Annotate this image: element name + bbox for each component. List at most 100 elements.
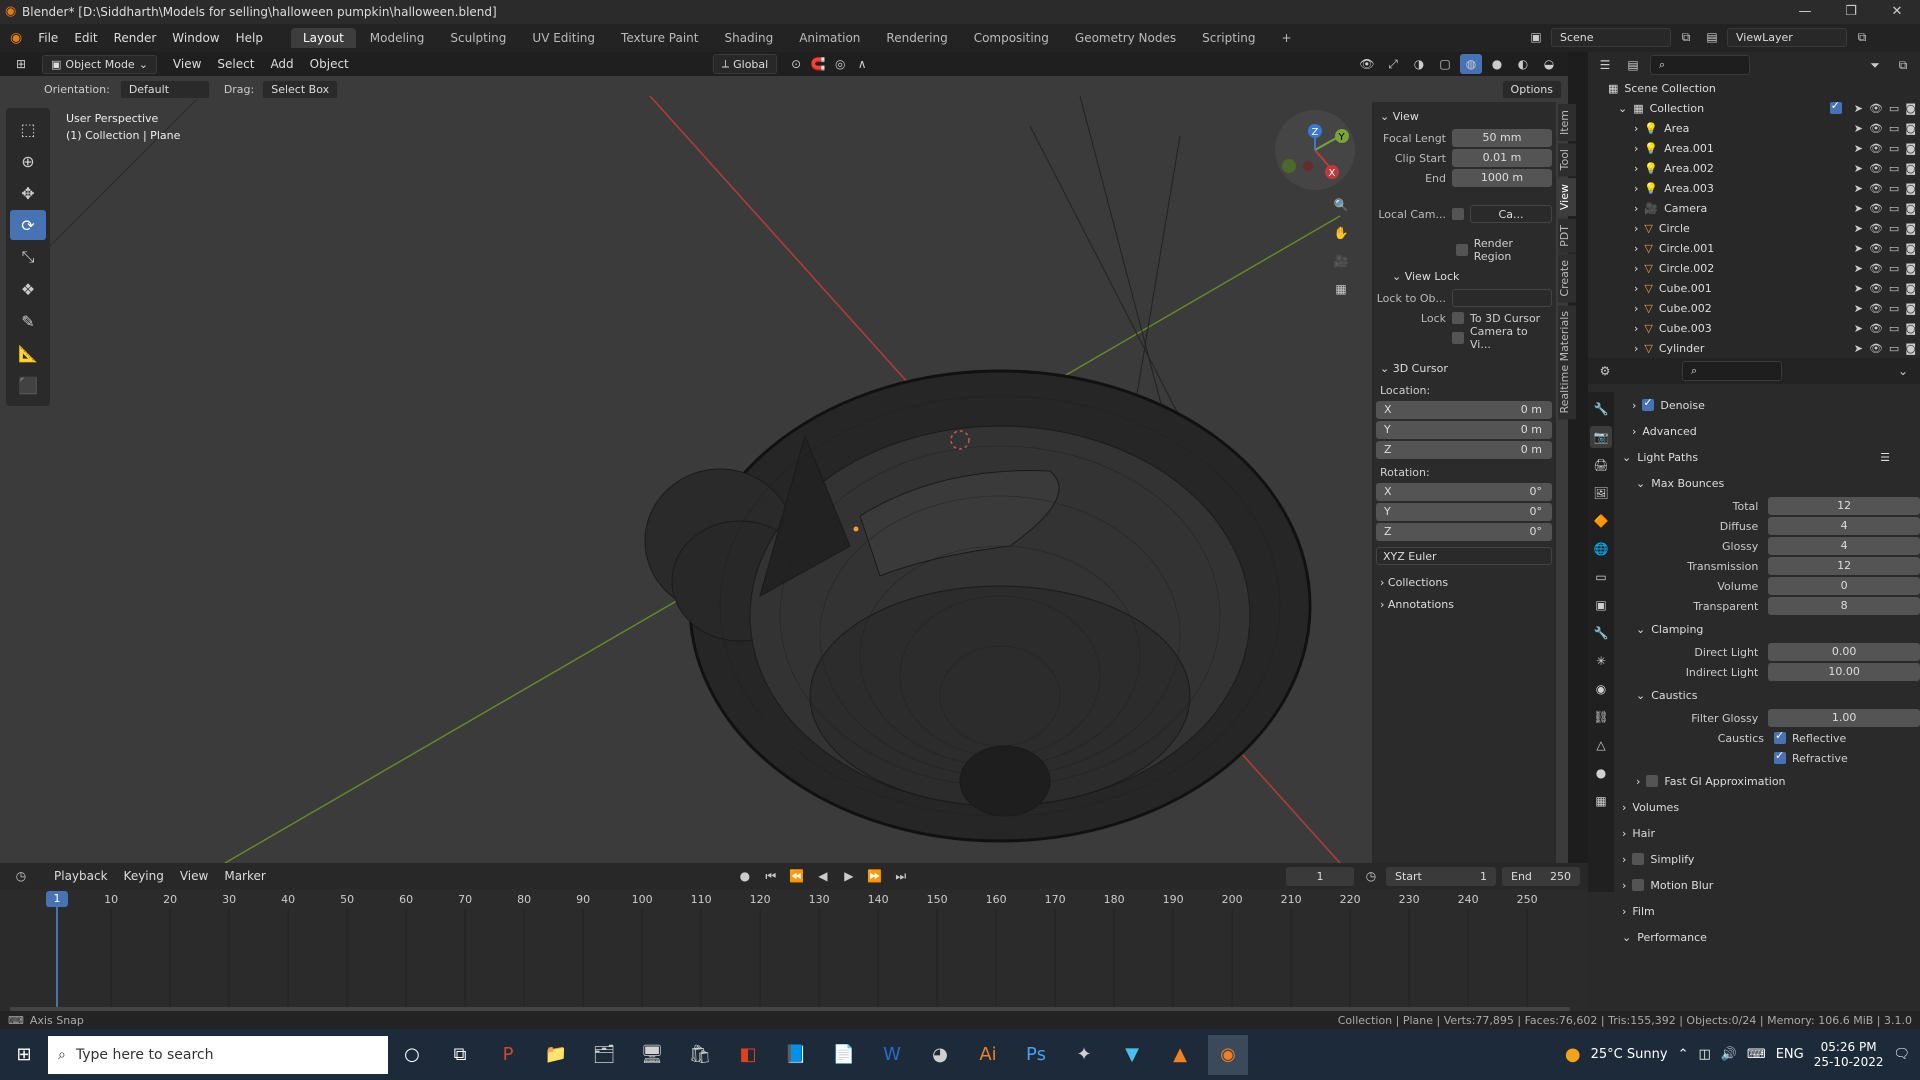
- camera-icon[interactable]: ◙: [1905, 122, 1916, 135]
- menu-marker[interactable]: Marker: [216, 869, 273, 883]
- outliner-item[interactable]: › 💡 Area.001 ➤ 👁 ▭ ◙: [1588, 138, 1920, 158]
- outliner-item[interactable]: › 💡 Area.003 ➤ 👁 ▭ ◙: [1588, 178, 1920, 198]
- chevron-right-icon[interactable]: ›: [1634, 342, 1638, 355]
- illustrator-icon[interactable]: Ai: [968, 1035, 1008, 1075]
- view-section[interactable]: ⌄ View: [1372, 106, 1556, 128]
- powerpoint-icon[interactable]: P: [488, 1035, 528, 1075]
- local-camera-checkbox[interactable]: [1452, 208, 1464, 220]
- tab-realtime-materials[interactable]: Realtime Materials: [1558, 304, 1576, 420]
- move-icon[interactable]: ✥: [10, 178, 46, 208]
- menu-keying[interactable]: Keying: [116, 869, 172, 883]
- outliner-item[interactable]: › ▽ Circle.001 ➤ 👁 ▭ ◙: [1588, 238, 1920, 258]
- camera-icon[interactable]: ◙: [1905, 142, 1916, 155]
- jump-start-icon[interactable]: ⏮: [760, 866, 782, 886]
- current-frame-field[interactable]: 1: [1286, 866, 1354, 886]
- hair-label[interactable]: Hair: [1632, 827, 1655, 840]
- monitor-icon[interactable]: ▭: [1889, 202, 1899, 215]
- particles-props-icon[interactable]: ✳: [1590, 650, 1612, 672]
- end-frame-field[interactable]: End 250: [1502, 866, 1580, 886]
- eye-icon[interactable]: 👁: [1869, 242, 1883, 255]
- performance-label[interactable]: Performance: [1637, 931, 1707, 944]
- eye-icon[interactable]: 👁: [1869, 202, 1883, 215]
- camera-icon[interactable]: ◙: [1905, 182, 1916, 195]
- tab-item[interactable]: Item: [1558, 104, 1576, 142]
- denoise-checkbox[interactable]: [1642, 396, 1655, 411]
- monitor-icon[interactable]: ▭: [1889, 142, 1899, 155]
- material-shading-icon[interactable]: ◐: [1512, 54, 1534, 74]
- tab-scripting[interactable]: Scripting: [1190, 28, 1267, 48]
- cursor-location-y[interactable]: Y 0 m: [1376, 421, 1552, 439]
- proportional-edit-icon[interactable]: ◎: [829, 54, 851, 74]
- outliner-item[interactable]: › ▽ Cube.003 ➤ 👁 ▭ ◙: [1588, 318, 1920, 338]
- options-dropdown[interactable]: Options: [1501, 79, 1562, 99]
- exclude-checkbox[interactable]: [1829, 99, 1842, 114]
- solid-shading-icon[interactable]: ●: [1486, 54, 1508, 74]
- volumes-label[interactable]: Volumes: [1632, 801, 1679, 814]
- cursor-rotation-x[interactable]: X 0°: [1376, 483, 1552, 501]
- camera-icon[interactable]: ◙: [1905, 162, 1916, 175]
- menu-select[interactable]: Select: [209, 57, 262, 71]
- word-icon[interactable]: W: [872, 1035, 912, 1075]
- menu-window[interactable]: Window: [164, 31, 227, 45]
- physics-props-icon[interactable]: ◉: [1590, 678, 1612, 700]
- properties-search-input[interactable]: ⌕: [1682, 361, 1782, 381]
- windows-start-icon[interactable]: ⊞: [4, 1035, 44, 1075]
- xray-icon[interactable]: ▢: [1434, 54, 1456, 74]
- gizmo-icon[interactable]: ⤢: [1382, 54, 1404, 74]
- drag-dropdown[interactable]: Select Box: [262, 79, 339, 99]
- menu-render[interactable]: Render: [106, 31, 165, 45]
- camera-icon[interactable]: ◙: [1905, 262, 1916, 275]
- outliner-item[interactable]: › ▽ Cube.002 ➤ 👁 ▭ ◙: [1588, 298, 1920, 318]
- select-arrow-icon[interactable]: ➤: [1854, 142, 1863, 155]
- eye-icon[interactable]: 👁: [1869, 322, 1883, 335]
- max-bounces-label[interactable]: Max Bounces: [1651, 477, 1724, 490]
- blender-taskbar-icon[interactable]: ◉: [1208, 1034, 1248, 1075]
- camera-icon[interactable]: ◙: [1905, 322, 1916, 335]
- tab-pdt[interactable]: PDT: [1558, 218, 1576, 253]
- select-arrow-icon[interactable]: ➤: [1854, 282, 1863, 295]
- store-icon[interactable]: 🛍: [680, 1035, 720, 1075]
- view-layer-filter-icon[interactable]: ▤: [1622, 55, 1644, 75]
- menu-file[interactable]: File: [30, 31, 66, 45]
- simplify-checkbox[interactable]: [1632, 853, 1645, 865]
- bounce-field[interactable]: 12: [1768, 557, 1920, 575]
- jump-end-icon[interactable]: ⏭: [890, 866, 912, 886]
- maximize-button[interactable]: ❐: [1828, 0, 1874, 24]
- camera-icon[interactable]: ◙: [1905, 242, 1916, 255]
- 3d-cursor-section[interactable]: ⌄ 3D Cursor: [1372, 358, 1556, 380]
- tab-geometry-nodes[interactable]: Geometry Nodes: [1063, 28, 1188, 48]
- volume-icon[interactable]: 🔊: [1721, 1047, 1737, 1062]
- eye-icon[interactable]: 👁: [1869, 302, 1883, 315]
- chevron-right-icon[interactable]: ›: [1634, 182, 1638, 195]
- monitor-icon[interactable]: ▭: [1889, 162, 1899, 175]
- menu-view[interactable]: View: [165, 57, 209, 71]
- film-label[interactable]: Film: [1632, 905, 1654, 918]
- new-viewlayer-icon[interactable]: ⧉: [1851, 27, 1873, 47]
- chevron-right-icon[interactable]: ›: [1634, 142, 1638, 155]
- outliner-item[interactable]: › ▽ Circle.002 ➤ 👁 ▭ ◙: [1588, 258, 1920, 278]
- camera-view-icon[interactable]: 🎥: [1330, 251, 1352, 271]
- menu-object[interactable]: Object: [302, 57, 357, 71]
- zoom-icon[interactable]: 🔍: [1330, 195, 1352, 215]
- filter-icon[interactable]: ⏷: [1864, 55, 1886, 75]
- camera-icon[interactable]: ◙: [1905, 202, 1916, 215]
- rotation-mode-dropdown[interactable]: XYZ Euler: [1376, 547, 1552, 565]
- overlays-icon[interactable]: ◑: [1408, 54, 1430, 74]
- select-arrow-icon[interactable]: ➤: [1854, 102, 1863, 115]
- camera-icon[interactable]: ◙: [1905, 342, 1916, 355]
- cursor-rotation-z[interactable]: Z 0°: [1376, 523, 1552, 541]
- pan-hand-icon[interactable]: ✋: [1330, 223, 1352, 243]
- modifier-props-icon[interactable]: 🔧: [1590, 622, 1612, 644]
- menu-edit[interactable]: Edit: [66, 31, 105, 45]
- minimize-button[interactable]: —: [1782, 0, 1828, 24]
- bounce-field[interactable]: 4: [1768, 517, 1920, 535]
- eye-icon[interactable]: 👁: [1869, 222, 1883, 235]
- cursor-rotation-y[interactable]: Y 0°: [1376, 503, 1552, 521]
- app-icon[interactable]: ✦: [1064, 1035, 1104, 1075]
- ortho-grid-icon[interactable]: ▦: [1330, 279, 1352, 299]
- eye-icon[interactable]: 👁: [1869, 122, 1883, 135]
- task-view-icon[interactable]: ⧉: [440, 1035, 480, 1075]
- snap-icon[interactable]: 🧲: [807, 54, 829, 74]
- measure-icon[interactable]: 📐: [10, 338, 46, 368]
- transform-icon[interactable]: ❖: [10, 274, 46, 304]
